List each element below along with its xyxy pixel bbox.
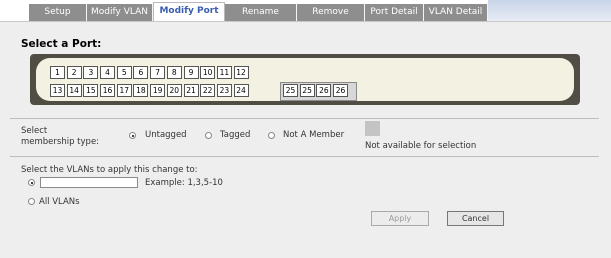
tagged-radio[interactable] (205, 132, 212, 139)
port-button[interactable]: 21 (183, 84, 199, 97)
vlan-list-radio[interactable] (28, 179, 35, 186)
port-button[interactable]: 26 (333, 84, 349, 97)
port-button[interactable]: 12 (233, 66, 249, 79)
port-button[interactable]: 7 (150, 66, 166, 79)
tab-bar: Setup Modify VLAN Modify Port Rename Rem… (0, 0, 611, 21)
not-a-member-radio[interactable] (268, 132, 275, 139)
divider (10, 156, 599, 157)
tab-remove[interactable]: Remove (297, 4, 365, 21)
port-button[interactable]: 9 (183, 66, 199, 79)
tab-rename[interactable]: Rename (225, 4, 297, 21)
tab-port-detail[interactable]: Port Detail (365, 4, 424, 21)
all-vlans-radio[interactable] (28, 198, 35, 205)
port-button[interactable]: 10 (200, 66, 216, 79)
port-button[interactable]: 18 (133, 84, 149, 97)
port-button[interactable]: 19 (150, 84, 166, 97)
port-button[interactable]: 3 (83, 66, 99, 79)
port-button[interactable]: 15 (83, 84, 99, 97)
untagged-radio[interactable] (129, 132, 136, 139)
port-button[interactable]: 2 (66, 66, 82, 79)
port-button[interactable]: 8 (166, 66, 182, 79)
main-content: Select a Port: 1 2 3 4 5 6 7 8 9 10 11 12 13 14 15 16 1… (0, 21, 611, 258)
cancel-button[interactable]: Cancel (447, 211, 504, 226)
vlan-example-text: Example: 1,3,5-10 (145, 178, 223, 188)
port-button[interactable]: 22 (200, 84, 216, 97)
port-button[interactable]: 16 (100, 84, 116, 97)
port-button[interactable]: 14 (66, 84, 82, 97)
port-button[interactable]: 13 (50, 84, 65, 97)
ports-row-bottom: 13 14 15 16 17 18 19 20 21 22 23 24 (50, 84, 250, 97)
tagged-label: Tagged (220, 130, 251, 140)
apply-button[interactable]: Apply (371, 211, 429, 226)
ports-row-extra: 25 25 26 26 (283, 84, 350, 97)
vlan-select-label: Select the VLANs to apply this change to… (21, 165, 198, 175)
tab-modify-port[interactable]: Modify Port (153, 2, 225, 21)
membership-label-line1: Select (21, 126, 48, 136)
unavailable-legend: Not available for selection (365, 141, 477, 151)
vlan-list-input[interactable] (40, 177, 138, 188)
port-button[interactable]: 1 (50, 66, 65, 79)
port-button[interactable]: 5 (116, 66, 132, 79)
all-vlans-label: All VLANs (39, 197, 80, 207)
unavailable-swatch (365, 121, 380, 136)
tab-modify-vlan[interactable]: Modify VLAN (87, 4, 153, 21)
not-a-member-label: Not A Member (283, 130, 345, 140)
port-button[interactable]: 24 (233, 84, 249, 97)
divider (10, 118, 599, 119)
port-button[interactable]: 11 (216, 66, 232, 79)
untagged-label: Untagged (145, 130, 187, 140)
ports-row-top: 1 2 3 4 5 6 7 8 9 10 11 12 (50, 66, 250, 79)
page-title: Select a Port: (21, 38, 102, 50)
port-button[interactable]: 23 (216, 84, 232, 97)
port-button[interactable]: 25 (299, 84, 315, 97)
port-button[interactable]: 4 (100, 66, 116, 79)
tab-vlan-detail[interactable]: VLAN Detail (424, 4, 488, 21)
membership-label-line2: membership type: (21, 137, 100, 147)
port-button[interactable]: 20 (166, 84, 182, 97)
tab-setup[interactable]: Setup (29, 4, 87, 21)
port-button[interactable]: 26 (316, 84, 332, 97)
port-button[interactable]: 17 (116, 84, 132, 97)
tab-bar-background (488, 0, 611, 21)
port-button[interactable]: 6 (133, 66, 149, 79)
port-button[interactable]: 25 (283, 84, 298, 97)
